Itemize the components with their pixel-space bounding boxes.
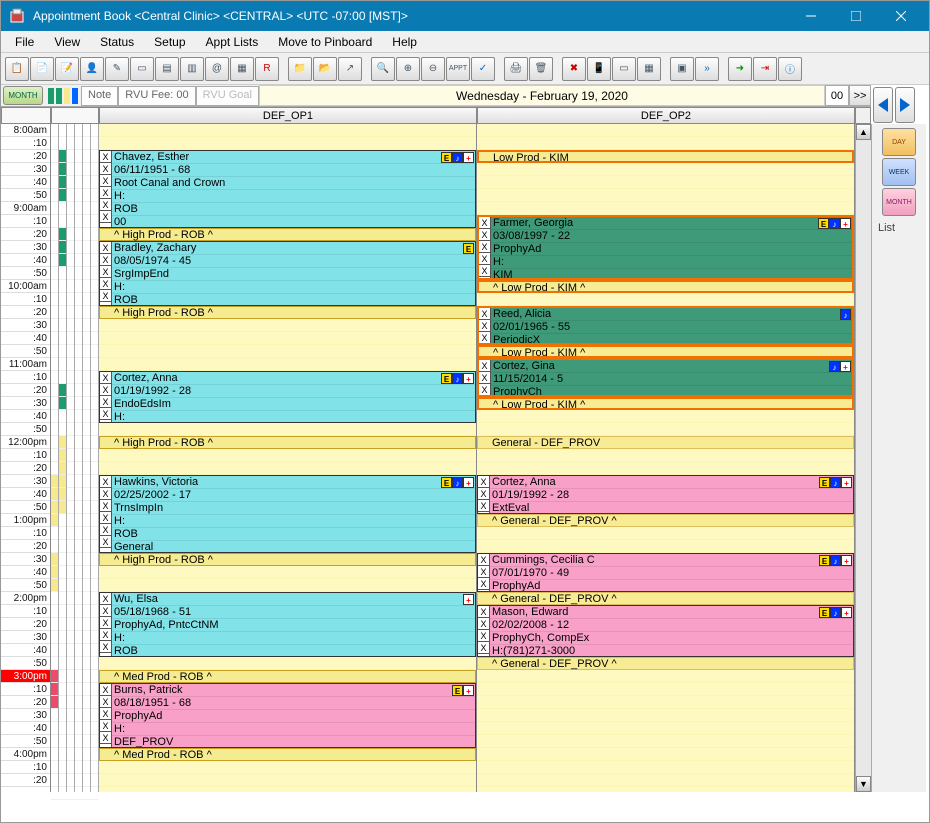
toolbar-btn[interactable]: » xyxy=(695,57,719,81)
toolbar-btn[interactable]: @ xyxy=(205,57,229,81)
appt-bradley[interactable]: XXXXXBradley, Zachary08/05/1974 - 45SrgI… xyxy=(99,241,476,306)
toolbar-btn[interactable]: APPT xyxy=(446,57,470,81)
slot-high: ^ High Prod - ROB ^ xyxy=(99,553,476,566)
toolbar-btn[interactable]: 📝 xyxy=(55,57,79,81)
menubar: File View Status Setup Appt Lists Move t… xyxy=(1,31,929,53)
toolbar-btn[interactable]: ▦ xyxy=(637,57,661,81)
toolbar-btn[interactable]: ▣ xyxy=(670,57,694,81)
menu-setup[interactable]: Setup xyxy=(144,32,195,52)
num-box[interactable]: 00 xyxy=(825,85,849,106)
toolbar-btn[interactable]: ⇥ xyxy=(753,57,777,81)
rvu-goal-tab[interactable]: RVU Goal xyxy=(196,86,259,106)
appt-burns[interactable]: XXXXXBurns, Patrick08/18/1951 - 68Prophy… xyxy=(99,683,476,748)
toolbar-btn[interactable]: R xyxy=(255,57,279,81)
slot-high: ^ High Prod - ROB ^ xyxy=(99,228,476,241)
toolbar-btn[interactable]: 📄 xyxy=(30,57,54,81)
toolbar: 📋 📄 📝 👤 ✎ ▭ ▤ ▥ @ ▦ R 📁 📂 ↗ 🔍 ⊕ ⊖ APPT ✓… xyxy=(1,53,929,85)
toolbar-btn[interactable]: ✎ xyxy=(105,57,129,81)
toolbar-btn[interactable]: ✖ xyxy=(562,57,586,81)
toolbar-btn[interactable]: ⊖ xyxy=(421,57,445,81)
toolbar-btn[interactable]: ↗ xyxy=(338,57,362,81)
toolbar-btn[interactable]: 🔍 xyxy=(371,57,395,81)
month-view-button[interactable]: MONTH xyxy=(3,86,43,105)
day-view-button[interactable]: DAY xyxy=(882,128,916,156)
slot-high: ^ High Prod - ROB ^ xyxy=(99,436,476,449)
toolbar-btn[interactable]: ▥ xyxy=(180,57,204,81)
slot-low: Low Prod - KIM xyxy=(477,150,854,163)
menu-status[interactable]: Status xyxy=(90,32,144,52)
prev-day-button[interactable] xyxy=(873,87,893,123)
column-header-op2[interactable]: DEF_OP2 xyxy=(477,107,855,124)
toolbar-btn[interactable]: 📁 xyxy=(288,57,312,81)
menu-help[interactable]: Help xyxy=(382,32,427,52)
close-button[interactable] xyxy=(878,1,923,31)
toolbar-btn[interactable]: ▤ xyxy=(155,57,179,81)
list-label: List xyxy=(874,222,924,234)
titlebar: Appointment Book <Central Clinic> <CENTR… xyxy=(1,1,929,31)
column-header-op1[interactable]: DEF_OP1 xyxy=(99,107,477,124)
toolbar-btn[interactable]: 🖨 xyxy=(504,57,528,81)
toolbar-btn[interactable]: ▦ xyxy=(230,57,254,81)
toolbar-btn[interactable]: 📱 xyxy=(587,57,611,81)
scroll-down-button[interactable]: ▼ xyxy=(856,776,871,792)
op-column-1[interactable]: XXXXXXChavez, Esther06/11/1951 - 68Root … xyxy=(99,124,477,792)
slot-low: ^ Low Prod - KIM ^ xyxy=(477,280,854,293)
toolbar-btn[interactable]: 📋 xyxy=(5,57,29,81)
toolbar-btn[interactable]: 🗑 xyxy=(529,57,553,81)
menu-apptlists[interactable]: Appt Lists xyxy=(196,32,269,52)
appt-cummings[interactable]: XXXCummings, Cecilia C07/01/1970 - 49Pro… xyxy=(477,553,854,592)
slot-low: ^ Low Prod - KIM ^ xyxy=(477,345,854,358)
op-column-2[interactable]: Low Prod - KIM XXXXXFarmer, Georgia03/08/… xyxy=(477,124,855,792)
month-view-button[interactable]: MONTH xyxy=(882,188,916,216)
menu-view[interactable]: View xyxy=(44,32,90,52)
next-day-button[interactable] xyxy=(895,87,915,123)
appt-farmer[interactable]: XXXXXFarmer, Georgia03/08/1997 - 22Proph… xyxy=(477,215,854,280)
slot-gen: General - DEF_PROV xyxy=(477,436,854,449)
time-column: 8:00am:10:20:30:40:509:00am:10:20:30:40:… xyxy=(1,124,51,792)
toolbar-btn[interactable]: ⊕ xyxy=(396,57,420,81)
minimize-button[interactable] xyxy=(788,1,833,31)
schedule-grid: 8:00am:10:20:30:40:509:00am:10:20:30:40:… xyxy=(1,124,871,792)
menu-pinboard[interactable]: Move to Pinboard xyxy=(268,32,382,52)
appt-mason[interactable]: XXXXMason, Edward02/02/2008 - 12ProphyCh… xyxy=(477,605,854,657)
appt-cortez-gina[interactable]: XXXCortez, Gina11/15/2014 - 5ProphyCh♪+ xyxy=(477,358,854,397)
toolbar-btn[interactable]: ✓ xyxy=(471,57,495,81)
toolbar-btn[interactable]: 👤 xyxy=(80,57,104,81)
provider-bars xyxy=(51,124,99,792)
slot-low: ^ Low Prod - KIM ^ xyxy=(477,397,854,410)
toolbar-btn[interactable]: ▭ xyxy=(612,57,636,81)
slot-med: ^ Med Prod - ROB ^ xyxy=(99,670,476,683)
appt-cortez-anna2[interactable]: XXXCortez, Anna01/19/1992 - 28ExtEvalE♪+ xyxy=(477,475,854,514)
window-title: Appointment Book <Central Clinic> <CENTR… xyxy=(33,9,788,23)
scroll-up-button[interactable]: ▲ xyxy=(856,124,871,140)
date-label: Wednesday - February 19, 2020 xyxy=(259,85,825,106)
forward-arrows[interactable]: >> xyxy=(849,85,871,106)
toolbar-btn[interactable]: ▭ xyxy=(130,57,154,81)
slot-gen: ^ General - DEF_PROV ^ xyxy=(477,592,854,605)
slot-gen: ^ General - DEF_PROV ^ xyxy=(477,514,854,527)
appt-chavez[interactable]: XXXXXXChavez, Esther06/11/1951 - 68Root … xyxy=(99,150,476,228)
appt-cortez-anna[interactable]: XXXXCortez, Anna01/19/1992 - 28EndoEdsIm… xyxy=(99,371,476,423)
note-tab[interactable]: Note xyxy=(81,86,118,106)
prov-colorbars xyxy=(45,85,81,106)
appt-hawkins[interactable]: XXXXXXHawkins, Victoria02/25/2002 - 17Tr… xyxy=(99,475,476,553)
week-view-button[interactable]: WEEK xyxy=(882,158,916,186)
slot-gen: ^ General - DEF_PROV ^ xyxy=(477,657,854,670)
toolbar-btn[interactable]: 📂 xyxy=(313,57,337,81)
app-icon xyxy=(7,6,27,26)
vertical-scrollbar[interactable]: ▲ ▼ xyxy=(855,124,871,792)
appt-wu[interactable]: XXXXXWu, Elsa05/18/1968 - 51ProphyAd, Pn… xyxy=(99,592,476,657)
menu-file[interactable]: File xyxy=(5,32,44,52)
rvu-fee-tab[interactable]: RVU Fee: 00 xyxy=(118,86,195,106)
slot-med: ^ Med Prod - ROB ^ xyxy=(99,748,476,761)
subbar: MONTH Note RVU Fee: 00 RVU Goal Wednesda… xyxy=(1,85,871,107)
maximize-button[interactable] xyxy=(833,1,878,31)
toolbar-btn[interactable]: ⓘ xyxy=(778,57,802,81)
appt-reed[interactable]: XXXReed, Alicia02/01/1965 - 55PeriodicX♪ xyxy=(477,306,854,345)
slot-high: ^ High Prod - ROB ^ xyxy=(99,306,476,319)
right-panel: DAY WEEK MONTH List xyxy=(871,124,926,792)
toolbar-btn[interactable]: ➜ xyxy=(728,57,752,81)
